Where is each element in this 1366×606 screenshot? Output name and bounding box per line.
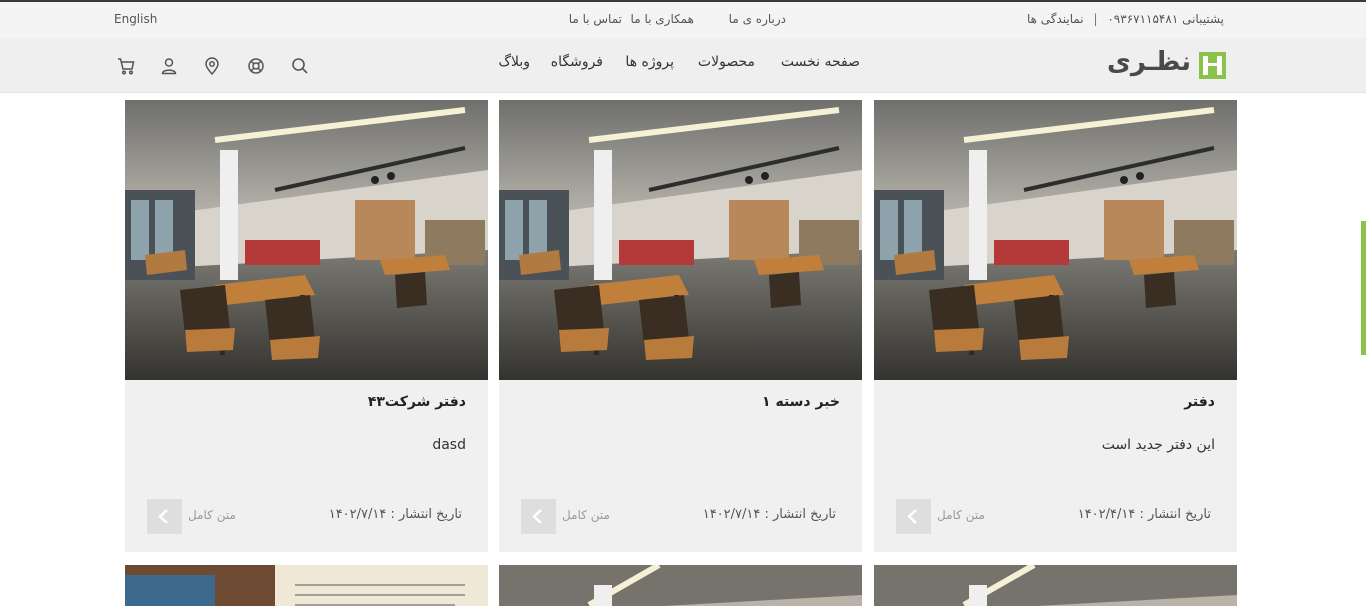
card-image[interactable] [499, 100, 862, 380]
card-title[interactable]: دفتر [1184, 394, 1215, 410]
read-more-link[interactable]: متن کامل [562, 508, 610, 522]
read-more-link[interactable]: متن کامل [188, 508, 236, 522]
card-date: تاریخ انتشار : ۱۴۰۲/۷/۱۴ [702, 507, 836, 522]
read-more-button[interactable] [147, 499, 182, 534]
support-label: پشتیبانی [1182, 12, 1224, 26]
card-date: تاریخ انتشار : ۱۴۰۲/۴/۱۴ [1077, 507, 1211, 522]
nav-shop[interactable]: فروشگاه [551, 54, 603, 70]
agencies-link[interactable]: نمایندگی ها [1027, 12, 1084, 26]
main-nav: صفحه نخست محصولات پروژه ها فروشگاه وبلاگ [496, 54, 860, 76]
card-image[interactable] [125, 100, 488, 380]
news-card[interactable]: دفتر این دفتر جدید است تاریخ انتشار : ۱۴… [874, 100, 1237, 552]
top-bar: English درباره ی ما همکاری با ما تماس با… [0, 2, 1366, 38]
separator: | [1093, 12, 1098, 26]
card-image[interactable] [499, 565, 862, 606]
cart-icon[interactable] [116, 56, 136, 76]
top-links: درباره ی ما همکاری با ما تماس با ما [569, 12, 790, 28]
chevron-left-icon [532, 509, 542, 524]
nav-home[interactable]: صفحه نخست [781, 54, 860, 70]
card-title[interactable]: دفتر شرکت۴۳ [368, 394, 466, 410]
nav-blog[interactable]: وبلاگ [498, 54, 530, 70]
support-icon[interactable] [246, 56, 266, 76]
support-phone[interactable]: ۰۹۳۶۷۱۱۵۴۸۱ [1107, 12, 1178, 26]
side-accent-bar [1361, 221, 1366, 355]
about-link[interactable]: درباره ی ما [729, 12, 786, 26]
nav-projects[interactable]: پروژه ها [625, 54, 674, 70]
search-icon[interactable] [290, 56, 310, 76]
cooperation-link[interactable]: همکاری با ما [631, 12, 694, 26]
card-image[interactable] [874, 100, 1237, 380]
language-switch[interactable]: English [114, 12, 157, 26]
card-title[interactable]: خبر دسته ۱ [762, 394, 840, 410]
logo-wordmark: نظـری [1107, 47, 1191, 77]
main-header: نظـری صفحه نخست محصولات پروژه ها فروشگاه… [0, 38, 1366, 93]
news-card[interactable] [874, 565, 1237, 606]
site-logo[interactable]: نظـری [1107, 47, 1226, 80]
card-date: تاریخ انتشار : ۱۴۰۲/۷/۱۴ [328, 507, 462, 522]
user-icon[interactable] [159, 56, 179, 76]
read-more-button[interactable] [896, 499, 931, 534]
card-excerpt: این دفتر جدید است [1101, 437, 1215, 453]
read-more-link[interactable]: متن کامل [937, 508, 985, 522]
read-more-button[interactable] [521, 499, 556, 534]
contact-info: پشتیبانی ۰۹۳۶۷۱۱۵۴۸۱ | نمایندگی ها [1027, 12, 1224, 26]
contact-link[interactable]: تماس با ما [569, 12, 622, 26]
news-card[interactable] [499, 565, 862, 606]
logo-mark-icon [1199, 52, 1226, 79]
card-excerpt: dasd [432, 437, 466, 453]
news-card[interactable] [125, 565, 488, 606]
card-image[interactable] [874, 565, 1237, 606]
nav-products[interactable]: محصولات [698, 54, 755, 70]
news-card[interactable]: دفتر شرکت۴۳ dasd تاریخ انتشار : ۱۴۰۲/۷/۱… [125, 100, 488, 552]
location-icon[interactable] [202, 56, 222, 76]
chevron-left-icon [907, 509, 917, 524]
chevron-left-icon [158, 509, 168, 524]
news-card[interactable]: خبر دسته ۱ تاریخ انتشار : ۱۴۰۲/۷/۱۴ متن … [499, 100, 862, 552]
card-image[interactable] [125, 565, 488, 606]
